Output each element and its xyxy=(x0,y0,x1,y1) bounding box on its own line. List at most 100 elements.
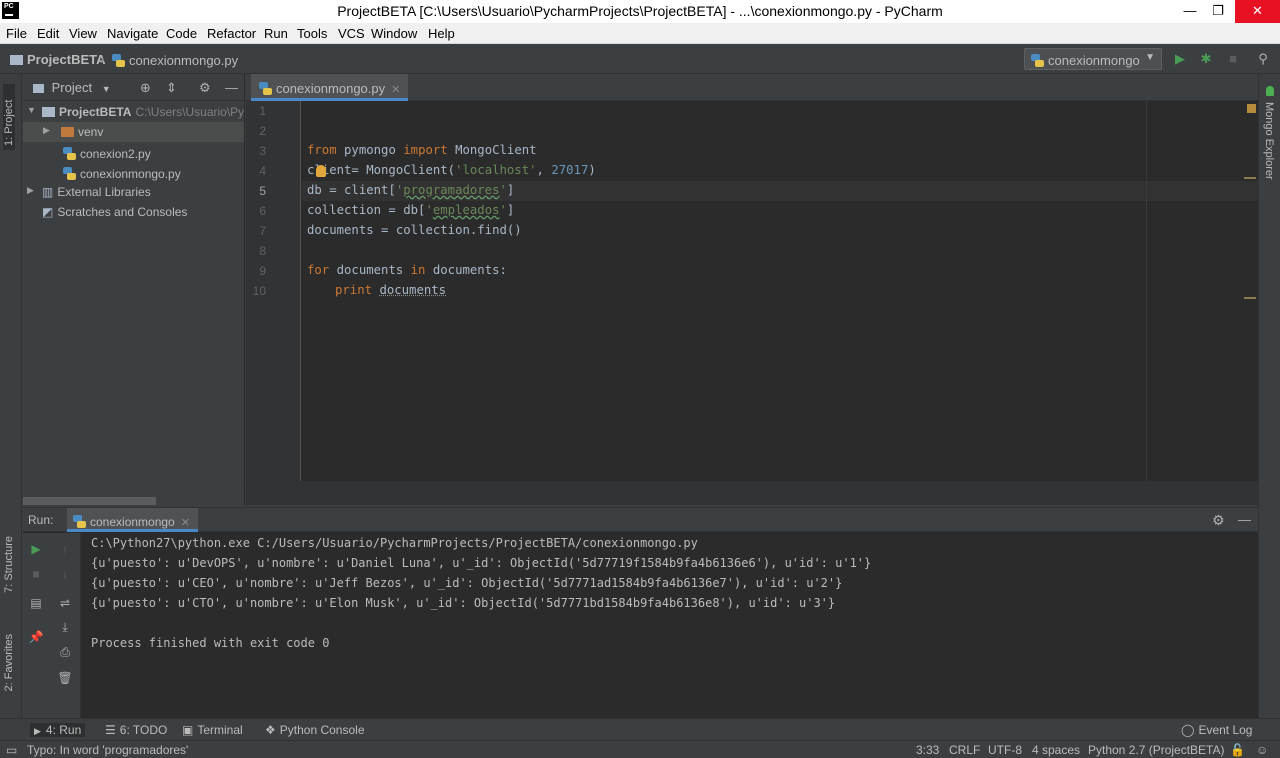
chevron-down-icon: ▼ xyxy=(101,84,111,94)
error-stripe-mark[interactable] xyxy=(1244,177,1256,179)
menu-run[interactable]: Run xyxy=(264,26,288,41)
maximize-button[interactable]: ❐ xyxy=(1203,0,1233,23)
menu-code[interactable]: Code xyxy=(166,26,197,41)
menu-file[interactable]: File xyxy=(6,26,27,41)
file-encoding[interactable]: UTF-8 xyxy=(988,743,1022,757)
gear-icon[interactable]: ⚙ xyxy=(1212,512,1225,529)
close-button[interactable]: ✕ xyxy=(1235,0,1280,23)
mongo-explorer-tool-button[interactable]: Mongo Explorer xyxy=(1263,102,1275,180)
run-tool-button[interactable]: ▶ 4: Run xyxy=(30,723,86,737)
indent-setting[interactable]: 4 spaces xyxy=(1032,743,1080,757)
line-number: 2 xyxy=(259,124,266,138)
console-line: {u'puesto': u'CEO', u'nombre': u'Jeff Be… xyxy=(91,576,843,590)
caret-position[interactable]: 3:33 xyxy=(916,743,939,757)
tool-window-bar: ▶ 4: Run ☰ 6: TODO ▣ Terminal ❖ Python Conso… xyxy=(0,718,1280,740)
folder-icon xyxy=(10,55,23,65)
line-number-gutter: 1 2 3 4 5 6 7 8 9 10 xyxy=(246,101,301,481)
print-icon[interactable]: ⎙ xyxy=(57,644,73,660)
tab-conexionmongo[interactable]: conexionmongo.py ✕ xyxy=(251,74,409,101)
python-interpreter[interactable]: Python 2.7 (ProjectBETA) xyxy=(1088,743,1225,757)
breadcrumb-project[interactable]: ProjectBETA xyxy=(10,52,106,67)
structure-tool-button[interactable]: 7: Structure xyxy=(3,536,15,593)
breadcrumb-separator-icon: › xyxy=(100,52,105,67)
tree-item-conexion2[interactable]: conexion2.py xyxy=(23,142,244,162)
tree-item-scratches[interactable]: ◩ Scratches and Consoles xyxy=(23,202,244,222)
minimize-button[interactable]: — xyxy=(1175,0,1205,23)
status-message[interactable]: Typo: In word 'programadores' xyxy=(27,743,188,757)
event-log-icon: ◯ xyxy=(1181,723,1195,737)
hide-icon[interactable]: — xyxy=(225,80,238,95)
search-icon[interactable]: ⚲ xyxy=(1256,52,1270,66)
menu-view[interactable]: View xyxy=(69,26,97,41)
python-file-icon xyxy=(73,515,86,528)
line-number: 1 xyxy=(259,104,266,118)
python-file-icon xyxy=(1031,54,1044,67)
close-tab-icon[interactable]: ✕ xyxy=(181,517,190,529)
status-layout-icon[interactable]: ▭ xyxy=(6,743,17,757)
line-number: 6 xyxy=(259,204,266,218)
tree-item-projectbeta[interactable]: ▼ ProjectBETAC:\Users\Usuario\PycharmPro… xyxy=(23,102,244,122)
menu-bar: File Edit View Navigate Code Refactor Ru… xyxy=(0,23,1280,44)
menu-navigate[interactable]: Navigate xyxy=(107,26,158,41)
horizontal-scrollbar[interactable] xyxy=(23,497,156,505)
code-line-3: from pymongo import MongoClient xyxy=(307,143,537,157)
rerun-icon[interactable]: ▶ xyxy=(28,541,44,557)
status-bar: ▭ Typo: In word 'programadores' 3:33 CRL… xyxy=(0,740,1280,758)
menu-edit[interactable]: Edit xyxy=(37,26,59,41)
folder-icon xyxy=(61,127,74,137)
inspector-icon[interactable]: ☺ xyxy=(1256,743,1268,757)
layout-icon[interactable]: ▤ xyxy=(28,595,44,611)
collapsed-arrow-icon: ▶ xyxy=(27,185,34,195)
python-file-icon xyxy=(63,167,76,180)
locate-icon[interactable]: ⊕ xyxy=(140,80,151,96)
line-number: 3 xyxy=(259,144,266,158)
menu-refactor[interactable]: Refactor xyxy=(207,26,256,41)
line-separator[interactable]: CRLF xyxy=(949,743,980,757)
title-bar: PC ProjectBETA [C:\Users\Usuario\Pycharm… xyxy=(0,0,1280,23)
close-tab-icon[interactable]: ✕ xyxy=(391,84,400,96)
line-number: 4 xyxy=(259,164,266,178)
pin-icon[interactable]: 📌 xyxy=(28,629,44,645)
project-view-select[interactable]: Project ▼ xyxy=(33,80,111,95)
menu-help[interactable]: Help xyxy=(428,26,455,41)
python-console-tool-button[interactable]: ❖ Python Console xyxy=(265,723,365,737)
inspection-status-icon[interactable] xyxy=(1247,104,1256,113)
tree-item-external-libraries[interactable]: ▶ ▥ External Libraries xyxy=(23,182,244,202)
lightbulb-icon[interactable] xyxy=(316,165,326,177)
favorites-tool-button[interactable]: 2: Favorites xyxy=(3,634,15,691)
soft-wrap-icon[interactable]: ⇌ xyxy=(57,595,73,611)
run-configuration-select[interactable]: conexionmongo ▼ xyxy=(1024,48,1162,70)
up-arrow-icon[interactable]: ↑ xyxy=(57,541,73,557)
collapse-all-icon[interactable]: ⇕ xyxy=(166,80,177,96)
code-line-5: db = client['programadores'] xyxy=(307,183,515,197)
hide-icon[interactable]: — xyxy=(1238,512,1251,527)
stop-icon[interactable]: ■ xyxy=(1226,52,1240,66)
menu-vcs[interactable]: VCS xyxy=(338,26,365,41)
console-line: C:\Python27\python.exe C:/Users/Usuario/… xyxy=(91,536,698,550)
gear-icon[interactable]: ⚙ xyxy=(199,80,211,96)
lock-icon[interactable]: 🔓 xyxy=(1230,743,1245,757)
project-tool-button[interactable]: 1: Project xyxy=(3,84,15,150)
debug-icon[interactable]: ✱ xyxy=(1199,52,1213,66)
code-editor[interactable]: 1 2 3 4 5 6 7 8 9 10 from pymongo import… xyxy=(246,101,1258,505)
console-line: {u'puesto': u'CTO', u'nombre': u'Elon Mu… xyxy=(91,596,836,610)
scroll-to-end-icon[interactable]: ⤓ xyxy=(57,619,73,635)
error-stripe-mark[interactable] xyxy=(1244,297,1256,299)
menu-window[interactable]: Window xyxy=(371,26,417,41)
console-output[interactable]: C:\Python27\python.exe C:/Users/Usuario/… xyxy=(91,533,871,650)
run-tab-conexionmongo[interactable]: conexionmongo ✕ xyxy=(67,508,198,532)
down-arrow-icon[interactable]: ↓ xyxy=(57,566,73,582)
trash-icon[interactable]: 🗑 xyxy=(57,670,73,686)
terminal-tool-button[interactable]: ▣ Terminal xyxy=(182,723,243,737)
folder-icon xyxy=(42,107,55,117)
event-log-tool-button[interactable]: ◯ Event Log xyxy=(1181,723,1252,737)
todo-tool-button[interactable]: ☰ 6: TODO xyxy=(105,723,167,737)
tree-item-venv[interactable]: ▶ venv xyxy=(23,122,244,142)
folder-icon xyxy=(33,84,44,93)
tree-item-conexionmongo[interactable]: conexionmongo.py xyxy=(23,162,244,182)
chevron-down-icon: ▼ xyxy=(1145,52,1155,63)
run-icon[interactable]: ▶ xyxy=(1173,52,1187,66)
breadcrumb-file[interactable]: conexionmongo.py xyxy=(112,52,238,68)
stop-icon[interactable]: ■ xyxy=(28,566,44,582)
menu-tools[interactable]: Tools xyxy=(297,26,327,41)
